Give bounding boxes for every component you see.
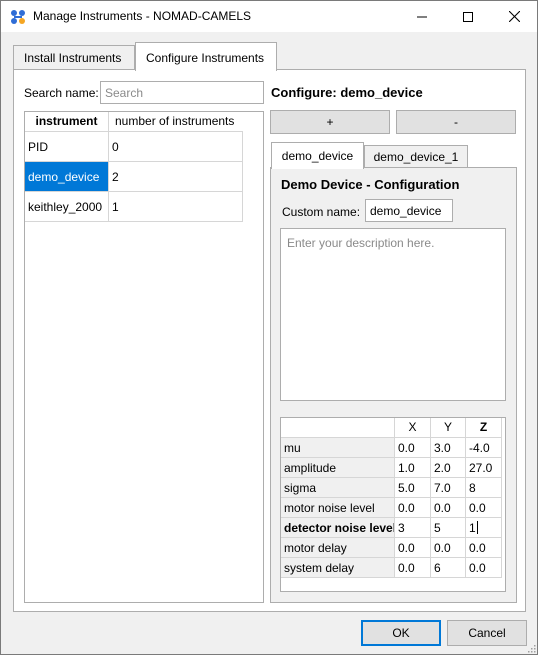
remove-instrument-button[interactable]: - xyxy=(396,110,516,134)
close-button[interactable] xyxy=(491,1,537,32)
table-cell[interactable]: 2.0 xyxy=(431,458,466,478)
text-cursor xyxy=(476,521,478,534)
table-cell[interactable]: 7.0 xyxy=(431,478,466,498)
table-cell[interactable]: 6 xyxy=(431,558,466,578)
table-cell[interactable]: 3.0 xyxy=(431,438,466,458)
table-row[interactable]: demo_device 2 xyxy=(25,162,243,192)
row-header-detector-noise-level[interactable]: detector noise level xyxy=(281,518,395,538)
custom-name-label: Custom name: xyxy=(282,205,361,219)
instrument-name[interactable]: demo_device xyxy=(25,162,109,192)
column-header-count[interactable]: number of instruments xyxy=(109,112,243,132)
column-header-x[interactable]: X xyxy=(395,418,431,438)
instrument-count[interactable]: 1 xyxy=(109,192,243,222)
table-cell[interactable]: 0.0 xyxy=(395,538,431,558)
title-bar[interactable]: Manage Instruments - NOMAD-CAMELS xyxy=(1,1,537,32)
maximize-button[interactable] xyxy=(445,1,491,32)
table-cell[interactable]: 0.0 xyxy=(466,538,502,558)
tab-demo-device[interactable]: demo_device xyxy=(271,142,364,169)
table-cell[interactable]: 8 xyxy=(466,478,502,498)
cell-text: 1 xyxy=(469,521,476,535)
table-row: amplitude 1.0 2.0 27.0 xyxy=(281,458,502,478)
tab-configure-instruments[interactable]: Configure Instruments xyxy=(135,42,277,71)
table-cell[interactable]: 5.0 xyxy=(395,478,431,498)
table-row: system delay 0.0 6 0.0 xyxy=(281,558,502,578)
resize-grip-icon[interactable] xyxy=(527,644,536,653)
tab-install-instruments[interactable]: Install Instruments xyxy=(13,45,135,70)
table-cell[interactable]: 5 xyxy=(431,518,466,538)
camels-logo-icon xyxy=(11,10,25,24)
cancel-button[interactable]: Cancel xyxy=(447,620,527,646)
row-header-system-delay[interactable]: system delay xyxy=(281,558,395,578)
add-instrument-button[interactable]: + xyxy=(270,110,390,134)
configure-title: Configure: demo_device xyxy=(271,85,423,100)
search-label: Search name: xyxy=(24,86,99,100)
minimize-icon xyxy=(417,16,427,17)
device-config-title: Demo Device - Configuration xyxy=(281,177,460,192)
table-row: sigma 5.0 7.0 8 xyxy=(281,478,502,498)
window-title: Manage Instruments - NOMAD-CAMELS xyxy=(33,9,252,23)
table-corner xyxy=(281,418,395,438)
instrument-table: instrument number of instruments PID 0 d… xyxy=(24,111,264,603)
table-cell[interactable]: 1.0 xyxy=(395,458,431,478)
table-cell[interactable]: 0.0 xyxy=(431,538,466,558)
instrument-name[interactable]: keithley_2000 xyxy=(25,192,109,222)
tab-demo-device-1[interactable]: demo_device_1 xyxy=(364,145,468,169)
table-cell[interactable]: 0.0 xyxy=(466,498,502,518)
row-header-motor-delay[interactable]: motor delay xyxy=(281,538,395,558)
table-row: motor delay 0.0 0.0 0.0 xyxy=(281,538,502,558)
row-header-amplitude[interactable]: amplitude xyxy=(281,458,395,478)
table-row: motor noise level 0.0 0.0 0.0 xyxy=(281,498,502,518)
table-row[interactable]: keithley_2000 1 xyxy=(25,192,243,222)
instrument-name[interactable]: PID xyxy=(25,132,109,162)
table-cell[interactable]: 0.0 xyxy=(395,498,431,518)
editing-cell[interactable]: 1 xyxy=(466,518,502,538)
table-row: detector noise level 3 5 1 xyxy=(281,518,502,538)
column-header-y[interactable]: Y xyxy=(431,418,466,438)
table-cell[interactable]: 0.0 xyxy=(395,558,431,578)
table-cell[interactable]: 0.0 xyxy=(431,498,466,518)
column-header-z[interactable]: Z xyxy=(466,418,502,438)
parameters-table: X Y Z mu 0.0 3.0 -4.0 amplitude 1.0 2.0 … xyxy=(280,417,506,592)
minimize-button[interactable] xyxy=(399,1,445,32)
column-header-instrument[interactable]: instrument xyxy=(25,112,109,132)
search-input[interactable] xyxy=(100,81,264,104)
table-cell[interactable]: 0.0 xyxy=(395,438,431,458)
instrument-count[interactable]: 0 xyxy=(109,132,243,162)
description-field[interactable] xyxy=(280,228,506,401)
manage-instruments-window: Manage Instruments - NOMAD-CAMELS Instal… xyxy=(0,0,538,655)
custom-name-field[interactable] xyxy=(365,199,453,222)
table-row[interactable]: PID 0 xyxy=(25,132,243,162)
table-cell[interactable]: 3 xyxy=(395,518,431,538)
table-cell[interactable]: 27.0 xyxy=(466,458,502,478)
table-cell[interactable]: 0.0 xyxy=(466,558,502,578)
close-icon xyxy=(508,11,520,22)
ok-button[interactable]: OK xyxy=(361,620,441,646)
row-header-mu[interactable]: mu xyxy=(281,438,395,458)
table-row: mu 0.0 3.0 -4.0 xyxy=(281,438,502,458)
maximize-icon xyxy=(463,11,473,22)
row-header-sigma[interactable]: sigma xyxy=(281,478,395,498)
row-header-motor-noise-level[interactable]: motor noise level xyxy=(281,498,395,518)
table-cell[interactable]: -4.0 xyxy=(466,438,502,458)
instrument-count[interactable]: 2 xyxy=(109,162,243,192)
